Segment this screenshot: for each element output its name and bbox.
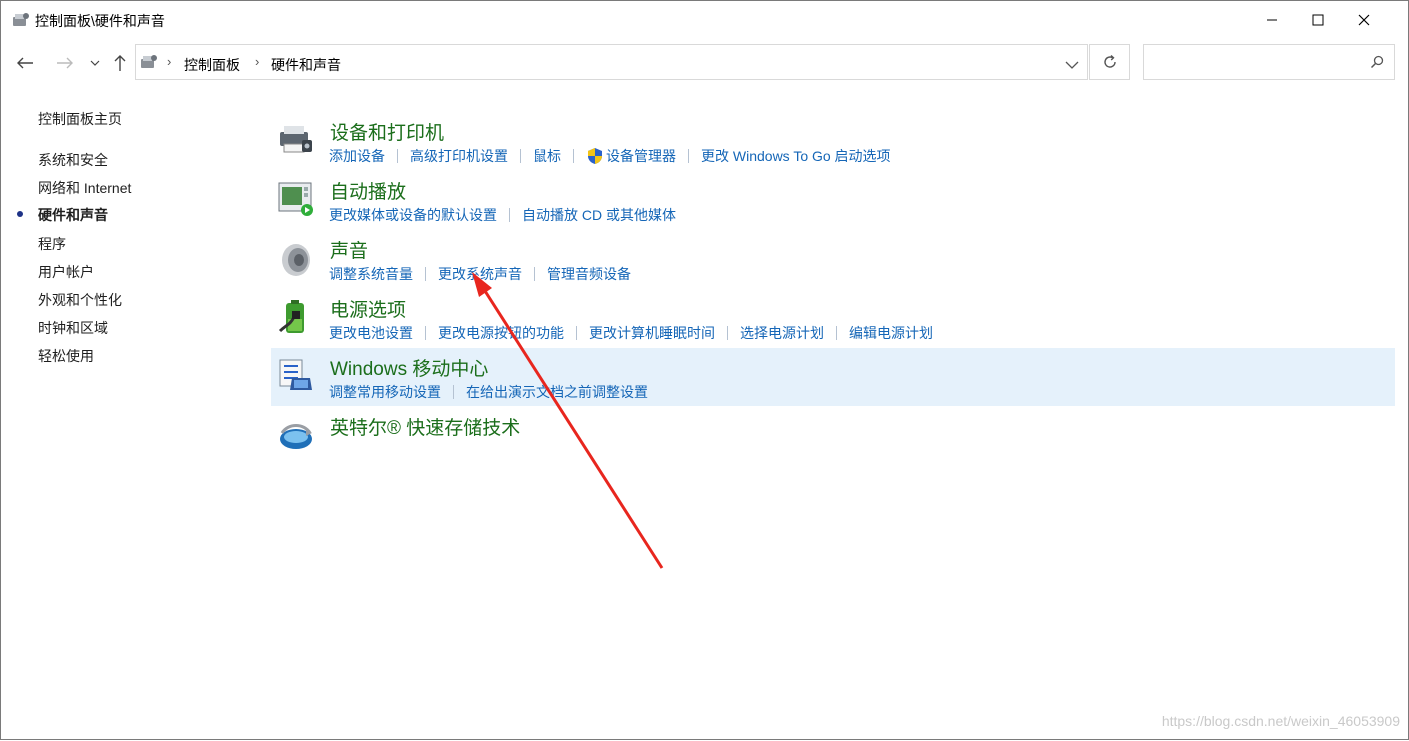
active-bullet-icon <box>17 211 23 217</box>
mobility-center-icon[interactable] <box>276 356 316 396</box>
forward-button[interactable] <box>53 51 77 75</box>
maximize-icon <box>1312 14 1324 26</box>
back-arrow-icon <box>17 57 33 69</box>
breadcrumb-separator[interactable]: › <box>167 54 171 69</box>
link-divider <box>688 149 689 163</box>
sidebar-item-ease-of-access[interactable]: 轻松使用 <box>38 346 94 366</box>
search-box[interactable] <box>1143 44 1395 80</box>
sidebar-item-clock-region[interactable]: 时钟和区域 <box>38 318 108 338</box>
adjust-mobility-settings-link[interactable]: 调整常用移动设置 <box>329 382 441 402</box>
category-sound: 声音 调整系统音量 更改系统声音 管理音频设备 <box>271 230 1395 288</box>
change-media-defaults-link[interactable]: 更改媒体或设备的默认设置 <box>329 205 497 225</box>
category-links: 调整常用移动设置 在给出演示文档之前调整设置 <box>329 382 648 402</box>
category-links: 更改媒体或设备的默认设置 自动播放 CD 或其他媒体 <box>329 205 676 225</box>
advanced-printer-settings-link[interactable]: 高级打印机设置 <box>410 146 508 166</box>
category-autoplay: 自动播放 更改媒体或设备的默认设置 自动播放 CD 或其他媒体 <box>271 171 1395 229</box>
window: 控制面板\硬件和声音 › 控制面板 › 硬件和声音 控制面板主页 系统和安全 网… <box>0 0 1409 740</box>
mouse-link[interactable]: 鼠标 <box>533 146 561 166</box>
breadcrumb-separator[interactable]: › <box>255 54 259 69</box>
breadcrumb-item[interactable]: 硬件和声音 <box>271 55 341 75</box>
adjust-volume-link[interactable]: 调整系统音量 <box>329 264 413 284</box>
category-power-options: 电源选项 更改电池设置 更改电源按钮的功能 更改计算机睡眠时间 选择电源计划 编… <box>271 289 1395 347</box>
sidebar-item-programs[interactable]: 程序 <box>38 234 66 254</box>
control-panel-icon <box>139 53 159 71</box>
sidebar-item-user-accounts[interactable]: 用户帐户 <box>38 262 94 282</box>
refresh-button[interactable] <box>1089 44 1130 80</box>
device-manager-link[interactable]: 设备管理器 <box>606 146 676 166</box>
link-divider <box>425 326 426 340</box>
link-divider <box>509 208 510 222</box>
link-divider <box>534 267 535 281</box>
autoplay-icon[interactable] <box>276 179 316 219</box>
category-intel-rst: 英特尔® 快速存储技术 <box>271 407 1395 465</box>
category-links: 更改电池设置 更改电源按钮的功能 更改计算机睡眠时间 选择电源计划 编辑电源计划 <box>329 323 933 343</box>
close-button[interactable] <box>1341 1 1387 39</box>
category-mobility-center: Windows 移动中心 调整常用移动设置 在给出演示文档之前调整设置 <box>271 348 1395 406</box>
navigation-bar: › 控制面板 › 硬件和声音 <box>1 43 1408 83</box>
refresh-icon <box>1103 54 1116 68</box>
control-panel-icon <box>11 11 31 29</box>
minimize-button[interactable] <box>1249 1 1295 39</box>
category-title[interactable]: 设备和打印机 <box>330 118 444 145</box>
up-arrow-icon <box>114 55 126 71</box>
uac-shield-icon <box>586 147 604 165</box>
link-divider <box>397 149 398 163</box>
intel-rst-icon[interactable] <box>276 415 316 455</box>
address-history-button[interactable] <box>1065 57 1079 75</box>
category-links: 添加设备 高级打印机设置 鼠标 设备管理器 更改 Windows To Go 启… <box>329 146 891 166</box>
category-title[interactable]: 英特尔® 快速存储技术 <box>330 413 520 440</box>
link-divider <box>573 149 574 163</box>
sidebar-item-system-security[interactable]: 系统和安全 <box>38 150 108 170</box>
sidebar-item-appearance[interactable]: 外观和个性化 <box>38 290 122 310</box>
link-divider <box>576 326 577 340</box>
manage-audio-devices-link[interactable]: 管理音频设备 <box>547 264 631 284</box>
devices-printers-icon[interactable] <box>276 120 316 160</box>
recent-locations-button[interactable] <box>83 51 107 75</box>
sidebar-item-network[interactable]: 网络和 Internet <box>38 178 131 198</box>
link-divider <box>453 385 454 399</box>
change-system-sounds-link[interactable]: 更改系统声音 <box>438 264 522 284</box>
breadcrumb-item[interactable]: 控制面板 <box>184 55 240 75</box>
chevron-down-icon <box>90 60 100 66</box>
category-devices-printers: 设备和打印机 添加设备 高级打印机设置 鼠标 设备管理器 更改 Windows … <box>271 112 1395 170</box>
add-device-link[interactable]: 添加设备 <box>329 146 385 166</box>
speaker-icon[interactable] <box>276 238 316 278</box>
battery-icon[interactable] <box>276 297 316 337</box>
minimize-icon <box>1267 19 1277 21</box>
close-icon <box>1358 14 1370 26</box>
edit-power-plan-link[interactable]: 编辑电源计划 <box>849 323 933 343</box>
sidebar-item-hardware-sound[interactable]: 硬件和声音 <box>38 205 108 225</box>
sleep-time-link[interactable]: 更改计算机睡眠时间 <box>589 323 715 343</box>
link-divider <box>520 149 521 163</box>
category-title[interactable]: 电源选项 <box>330 295 406 322</box>
category-title[interactable]: Windows 移动中心 <box>330 354 488 381</box>
category-title[interactable]: 自动播放 <box>330 177 406 204</box>
maximize-button[interactable] <box>1295 1 1341 39</box>
category-title[interactable]: 声音 <box>330 236 368 263</box>
change-battery-settings-link[interactable]: 更改电池设置 <box>329 323 413 343</box>
back-button[interactable] <box>13 51 37 75</box>
presentation-settings-link[interactable]: 在给出演示文档之前调整设置 <box>466 382 648 402</box>
address-bar[interactable]: › 控制面板 › 硬件和声音 <box>135 44 1088 80</box>
up-button[interactable] <box>108 51 132 75</box>
forward-arrow-icon <box>57 57 73 69</box>
sidebar-home-link[interactable]: 控制面板主页 <box>38 109 122 129</box>
windows-to-go-link[interactable]: 更改 Windows To Go 启动选项 <box>701 146 891 166</box>
category-links: 调整系统音量 更改系统声音 管理音频设备 <box>329 264 631 284</box>
watermark: https://blog.csdn.net/weixin_46053909 <box>1161 713 1400 729</box>
power-button-function-link[interactable]: 更改电源按钮的功能 <box>438 323 564 343</box>
link-divider <box>425 267 426 281</box>
chevron-down-icon <box>1065 61 1079 69</box>
title-bar[interactable]: 控制面板\硬件和声音 <box>1 1 1408 39</box>
choose-power-plan-link[interactable]: 选择电源计划 <box>740 323 824 343</box>
search-icon[interactable] <box>1370 55 1384 74</box>
link-divider <box>727 326 728 340</box>
link-divider <box>836 326 837 340</box>
autoplay-cd-link[interactable]: 自动播放 CD 或其他媒体 <box>522 205 676 225</box>
window-title: 控制面板\硬件和声音 <box>35 13 165 29</box>
